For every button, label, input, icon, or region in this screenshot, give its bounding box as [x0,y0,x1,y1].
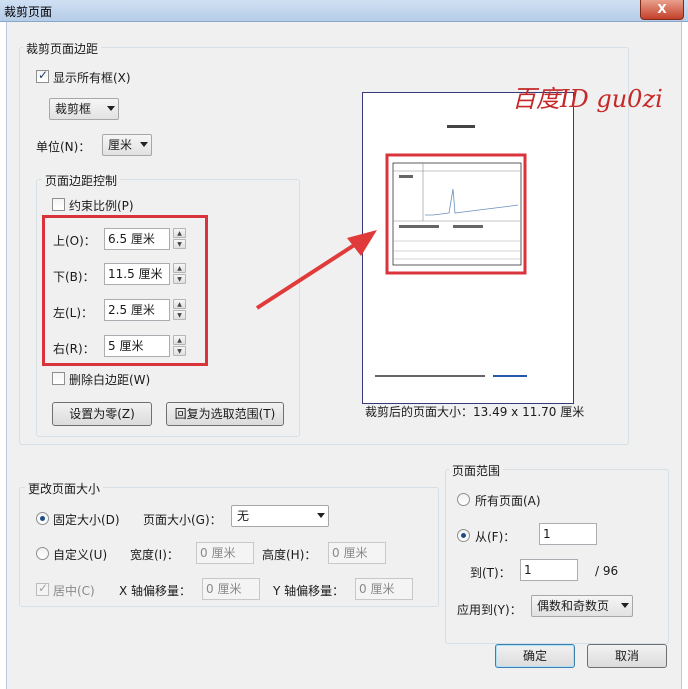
up-arrow-icon[interactable]: ▲ [173,335,186,345]
page-size-select[interactable]: 无 [231,505,329,527]
page-size-label: 页面大小(G)： [143,513,222,527]
top-margin-field[interactable]: 6.5 厘米 [104,228,170,250]
down-arrow-icon[interactable]: ▼ [173,346,186,356]
center-label: 居中(C) [53,584,95,598]
left-margin-label: 左(L)： [53,306,94,320]
y-offset-label: Y 轴偏移量： [273,584,345,598]
constrain-proportions-checkbox[interactable] [52,198,65,211]
page-preview [362,92,574,404]
apply-to-select[interactable]: 偶数和奇数页 [531,595,633,617]
bottom-margin-stepper[interactable]: ▲ ▼ [173,263,186,285]
chevron-down-icon [317,513,325,518]
apply-to-value: 偶数和奇数页 [537,599,610,613]
down-arrow-icon[interactable]: ▼ [173,310,186,320]
title-bar: 裁剪页面 X [0,0,688,22]
dialog-title: 裁剪页面 [4,5,53,19]
box-type-value: 裁剪框 [55,102,92,116]
apply-to-label: 应用到(Y)： [457,603,522,617]
unit-select[interactable]: 厘米 [102,134,152,156]
unit-label: 单位(N)： [36,140,91,154]
height-label: 高度(H)： [262,548,317,562]
all-pages-label: 所有页面(A) [475,494,541,508]
left-margin-stepper[interactable]: ▲ ▼ [173,299,186,321]
top-margin-stepper[interactable]: ▲ ▼ [173,228,186,250]
center-checkbox[interactable] [36,581,49,596]
y-offset-field[interactable]: 0 厘米 [355,578,413,600]
crop-margins-group-title: 裁剪页面边距 [23,40,102,57]
unit-value: 厘米 [108,138,133,152]
from-page-field[interactable]: 1 [539,523,597,545]
ok-button[interactable]: 确定 [495,644,575,668]
total-pages-label: / 96 [595,564,619,578]
watermark-text: 百度ID gu0zi [512,85,663,113]
fixed-size-radio[interactable] [36,512,49,525]
custom-size-label: 自定义(U) [53,548,108,562]
height-field[interactable]: 0 厘米 [328,542,386,564]
chevron-down-icon [621,603,629,608]
preview-page-thumbnail [375,125,527,377]
remove-white-margins-label: 删除白边距(W) [69,373,151,387]
down-arrow-icon[interactable]: ▼ [173,274,186,284]
bottom-margin-label: 下(B)： [53,270,95,284]
set-to-zero-button[interactable]: 设置为零(Z) [52,402,152,426]
chevron-down-icon [140,142,148,147]
to-label: 到(T)： [470,566,511,580]
red-arrow-annotation [255,230,377,310]
x-offset-field[interactable]: 0 厘米 [202,578,260,600]
dialog-body: 裁剪页面边距 显示所有框(X) 裁剪框 单位(N)： 厘米 页面边距控制 约束比… [6,22,682,689]
to-page-field[interactable]: 1 [520,559,578,581]
show-all-boxes-checkbox[interactable] [36,68,49,83]
right-margin-field[interactable]: 5 厘米 [104,335,170,357]
left-margin-field[interactable]: 2.5 厘米 [104,299,170,321]
bottom-margin-field[interactable]: 11.5 厘米 [104,263,170,285]
all-pages-radio[interactable] [457,493,470,506]
cropped-size-label: 裁剪后的页面大小：13.49 x 11.70 厘米 [365,405,585,419]
chevron-down-icon [107,106,115,111]
page-size-value: 无 [237,509,250,523]
up-arrow-icon[interactable]: ▲ [173,263,186,273]
from-radio[interactable] [457,529,470,542]
box-type-select[interactable]: 裁剪框 [49,98,119,120]
revert-to-selection-button[interactable]: 回复为选取范围(T) [166,402,284,426]
margin-control-title: 页面边距控制 [42,172,121,189]
width-label: 宽度(I)： [130,548,179,562]
up-arrow-icon[interactable]: ▲ [173,228,186,238]
up-arrow-icon[interactable]: ▲ [173,299,186,309]
constrain-proportions-label: 约束比例(P) [69,199,134,213]
right-margin-label: 右(R)： [53,342,95,356]
custom-size-radio[interactable] [36,547,49,560]
page-range-title: 页面范围 [449,462,504,479]
close-button[interactable]: X [640,0,684,20]
x-offset-label: X 轴偏移量： [119,584,192,598]
remove-white-margins-checkbox[interactable] [52,372,65,385]
change-page-size-title: 更改页面大小 [25,480,104,497]
down-arrow-icon[interactable]: ▼ [173,239,186,249]
show-all-boxes-label: 显示所有框(X) [53,71,131,85]
width-field[interactable]: 0 厘米 [196,542,254,564]
cancel-button[interactable]: 取消 [587,644,667,668]
top-margin-label: 上(O)： [53,234,96,248]
from-label: 从(F)： [475,530,516,544]
right-margin-stepper[interactable]: ▲ ▼ [173,335,186,357]
fixed-size-label: 固定大小(D) [53,513,120,527]
